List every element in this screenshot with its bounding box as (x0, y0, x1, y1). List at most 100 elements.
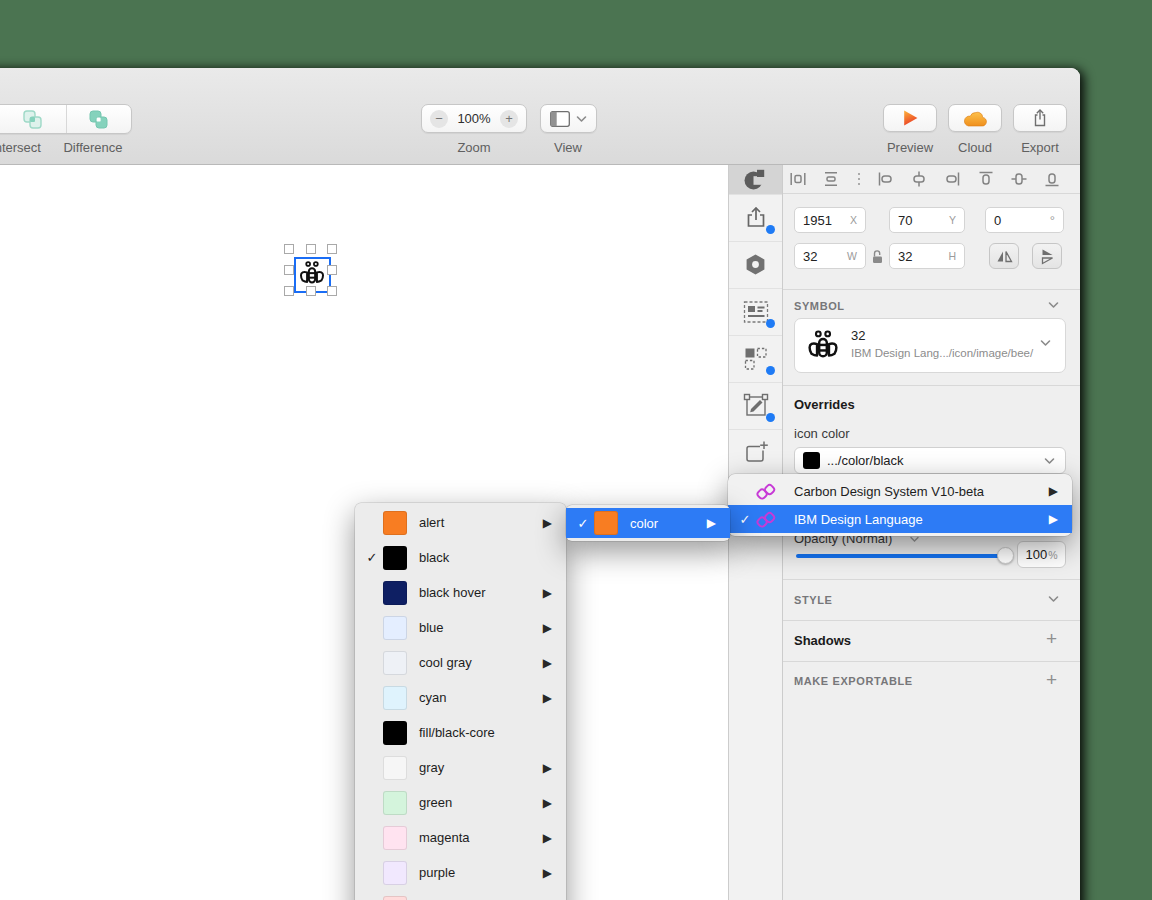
menu-item-magenta[interactable]: magenta▶ (355, 820, 566, 855)
bee-icon[interactable] (298, 260, 326, 288)
symbol-selector[interactable]: 32 IBM Design Lang.../icon/image/bee/ (794, 318, 1066, 373)
overrides-header: Overrides (794, 397, 855, 412)
preview-button[interactable] (883, 104, 937, 132)
rotation-field[interactable]: 0° (985, 207, 1064, 233)
category-menu: ✓color▶ (566, 505, 730, 541)
height-field[interactable]: 32H (889, 243, 965, 269)
menu-item-black[interactable]: ✓black (355, 540, 566, 575)
zoom-in-button[interactable]: + (500, 110, 518, 128)
plugin-layout-blocks[interactable] (729, 288, 782, 336)
opacity-slider-knob[interactable] (997, 547, 1014, 564)
plugin-add-rect[interactable] (729, 429, 782, 477)
menu-item-black-hover[interactable]: black hover▶ (355, 575, 566, 610)
checkmark-icon: ✓ (734, 512, 756, 527)
selection-handle[interactable] (284, 286, 294, 296)
lock-icon[interactable] (870, 248, 885, 264)
symbol-section-header: SYMBOL (794, 300, 845, 312)
view-pane-icon (550, 111, 570, 127)
menu-item-label: cyan (419, 690, 543, 705)
symbol-path: IBM Design Lang.../icon/image/bee/ (851, 347, 1033, 359)
opacity-slider-track[interactable] (796, 554, 1010, 558)
opacity-value-field[interactable]: 100% (1017, 541, 1066, 568)
selection-handle[interactable] (327, 286, 337, 296)
align-bottom-icon[interactable] (1043, 170, 1061, 188)
color-swatch (383, 581, 407, 605)
checkmark-icon: ✓ (572, 516, 594, 531)
menu-item-cyan[interactable]: cyan▶ (355, 680, 566, 715)
symbol-collapse-chevron-icon[interactable] (1048, 301, 1059, 309)
align-top-icon[interactable] (977, 170, 995, 188)
share-icon (1031, 109, 1049, 127)
align-right-icon[interactable] (943, 170, 961, 188)
difference-label: Difference (38, 140, 148, 155)
zoom-out-button[interactable]: − (430, 110, 448, 128)
notification-dot (766, 366, 775, 375)
menu-item-label: alert (419, 515, 543, 530)
export-button[interactable] (1013, 104, 1067, 132)
y-position-field[interactable]: 70Y (889, 207, 965, 233)
selection-handle[interactable] (306, 244, 316, 254)
menu-item-Carbon-Design-System-V10-beta[interactable]: Carbon Design System V10-beta▶ (728, 477, 1072, 505)
play-icon (901, 109, 919, 127)
width-field[interactable]: 32W (794, 243, 866, 269)
flip-horizontal-button[interactable] (989, 243, 1019, 269)
color-swatch (383, 546, 407, 570)
menu-item-label: magenta (419, 830, 543, 845)
align-center-horizontal-icon[interactable] (910, 170, 928, 188)
menu-item-blue[interactable]: blue▶ (355, 610, 566, 645)
plugin-edit-pencil[interactable] (729, 382, 782, 430)
view-button[interactable] (540, 104, 597, 133)
selection-handle[interactable] (327, 265, 337, 275)
align-middle-vertical-icon[interactable] (1010, 170, 1028, 188)
plugin-hexagon-nut[interactable] (729, 241, 782, 289)
plugin-duplicate-squares[interactable] (729, 335, 782, 383)
view-label: View (513, 140, 623, 155)
menu-item-gray[interactable]: gray▶ (355, 750, 566, 785)
color-swatch (383, 756, 407, 780)
menu-item-fill-black-core[interactable]: fill/black-core (355, 715, 566, 750)
plugin-upload[interactable] (729, 194, 782, 242)
color-swatch (383, 616, 407, 640)
style-section-header: STYLE (794, 594, 832, 606)
cloud-button[interactable] (948, 104, 1002, 132)
color-swatch (383, 861, 407, 885)
menu-item-purple[interactable]: purple▶ (355, 855, 566, 890)
zoom-control[interactable]: − 100% + (421, 104, 527, 133)
menu-item-label: black (419, 550, 552, 565)
opacity-chevron-icon[interactable] (910, 536, 919, 543)
menu-item-label: Carbon Design System V10-beta (794, 484, 1049, 499)
symbol-chevron-icon (1040, 339, 1051, 347)
menu-item-red[interactable]: red▶ (355, 890, 566, 900)
add-shadow-button[interactable]: + (1046, 628, 1057, 650)
make-exportable-header: MAKE EXPORTABLE (794, 675, 913, 687)
menu-item-alert[interactable]: alert▶ (355, 505, 566, 540)
menu-item-IBM-Design-Language[interactable]: ✓IBM Design Language▶ (728, 505, 1072, 533)
menu-item-green[interactable]: green▶ (355, 785, 566, 820)
boolean-ops-group (0, 104, 132, 134)
difference-icon[interactable] (89, 110, 108, 129)
distribute-horizontal-icon[interactable] (789, 170, 807, 188)
menu-item-color[interactable]: ✓color▶ (566, 508, 730, 538)
style-chevron-icon[interactable] (1048, 595, 1059, 603)
zoom-value: 100% (457, 111, 490, 126)
make-exportable-button[interactable]: + (1046, 669, 1057, 691)
intersect-icon[interactable] (23, 110, 42, 129)
color-swatch (383, 511, 407, 535)
plugin-craft-logo[interactable] (729, 165, 782, 195)
icon-color-dropdown[interactable]: .../color/black (794, 447, 1066, 474)
selection-handle[interactable] (327, 244, 337, 254)
export-label: Export (985, 140, 1080, 155)
align-left-icon[interactable] (877, 170, 895, 188)
submenu-arrow-icon: ▶ (543, 866, 552, 880)
selection-handle[interactable] (306, 286, 316, 296)
submenu-arrow-icon: ▶ (1049, 484, 1058, 498)
x-position-field[interactable]: 1951X (794, 207, 866, 233)
flip-vertical-button[interactable] (1032, 243, 1062, 269)
color-swatch (803, 452, 820, 469)
selection-handle[interactable] (284, 244, 294, 254)
menu-item-label: color (630, 516, 707, 531)
submenu-arrow-icon: ▶ (1049, 512, 1058, 526)
menu-item-cool-gray[interactable]: cool gray▶ (355, 645, 566, 680)
distribute-vertical-icon[interactable] (822, 170, 840, 188)
selection-handle[interactable] (284, 265, 294, 275)
